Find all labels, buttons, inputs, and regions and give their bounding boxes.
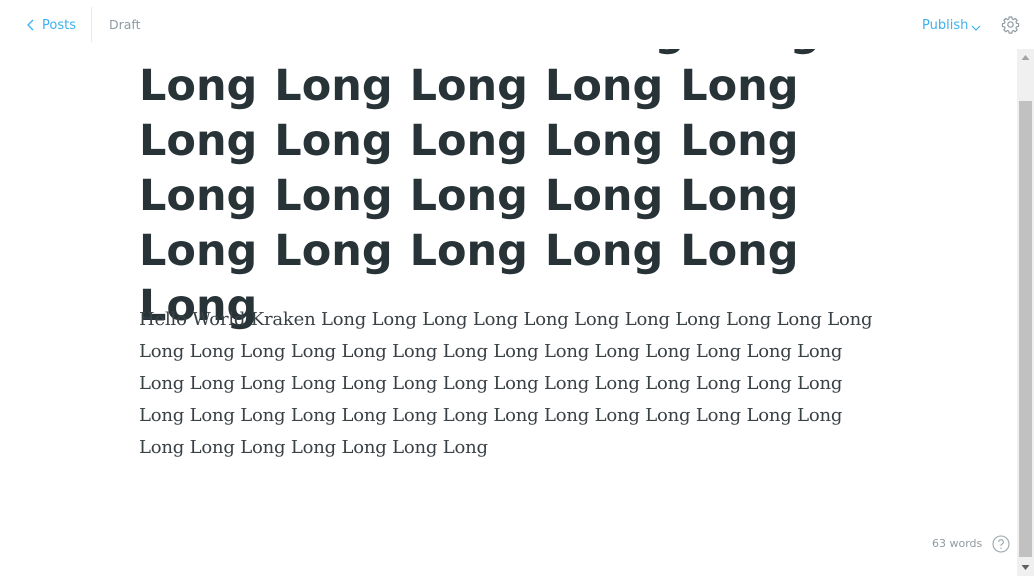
post-title[interactable]: Test Post Kraken Long Long Long Long Lon… [139, 4, 899, 334]
word-count: 63 words [932, 537, 983, 550]
editor-page: Test Post Kraken Long Long Long Long Lon… [0, 0, 1034, 576]
scrollbar-thumb[interactable] [1019, 101, 1032, 557]
publish-label: Publish [922, 17, 969, 33]
back-to-posts-link[interactable]: Posts [25, 14, 76, 36]
header-divider [91, 7, 92, 42]
back-link-label: Posts [42, 17, 76, 33]
chevron-left-icon [25, 18, 37, 32]
vertical-scrollbar[interactable] [1017, 49, 1034, 576]
scroll-up-arrow-icon[interactable] [1017, 49, 1034, 66]
scroll-down-arrow-icon[interactable] [1017, 559, 1034, 576]
gear-icon[interactable] [1001, 15, 1020, 34]
editor-canvas: Test Post Kraken Long Long Long Long Lon… [0, 0, 1017, 576]
chevron-down-icon [971, 21, 981, 31]
question-circle-icon[interactable] [992, 535, 1010, 553]
post-body[interactable]: Hello World Kraken Long Long Long Long L… [139, 304, 884, 464]
post-status: Draft [109, 17, 141, 32]
editor-header: Posts Draft Publish [0, 0, 1020, 49]
publish-button[interactable]: Publish [922, 15, 981, 35]
